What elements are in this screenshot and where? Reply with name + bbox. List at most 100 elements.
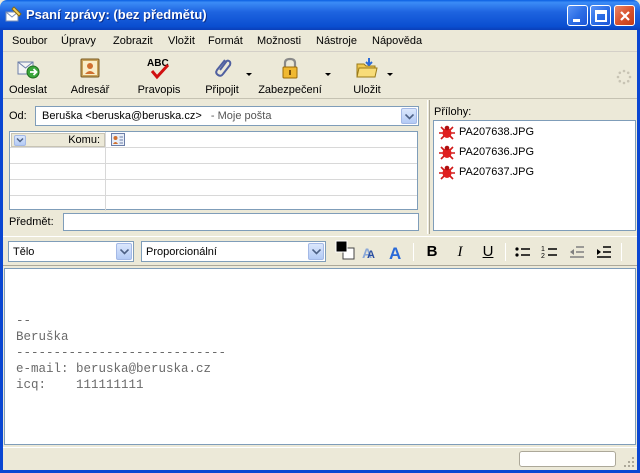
underline-button[interactable]: U — [477, 241, 499, 263]
recipient-type-select[interactable]: Komu: — [11, 133, 105, 147]
numbered-list-button[interactable]: 1 2 — [539, 241, 561, 263]
svg-text:A: A — [389, 244, 401, 263]
italic-button[interactable]: I — [449, 241, 471, 263]
attachment-item[interactable]: PA207638.JPG — [437, 123, 632, 141]
spellcheck-icon: ABC — [147, 58, 170, 80]
compose-app-icon — [5, 6, 22, 22]
maximize-button[interactable] — [590, 5, 611, 26]
recipient-type-label: Komu: — [68, 134, 100, 146]
address-book-label: Adresář — [70, 84, 110, 96]
recipient-type-cell — [10, 196, 106, 211]
image-file-icon — [439, 125, 455, 140]
attachment-item[interactable]: PA207637.JPG — [437, 163, 632, 181]
menu-moznosti[interactable]: Možnosti — [257, 35, 301, 47]
paperclip-icon — [215, 59, 232, 77]
security-dropdown-arrow[interactable] — [325, 73, 331, 76]
from-label: Od: — [9, 110, 27, 122]
close-button[interactable] — [614, 5, 635, 26]
status-progress-panel — [519, 451, 616, 467]
attach-button[interactable]: Připojit — [201, 54, 243, 98]
security-label: Zabezpečení — [258, 84, 322, 96]
text-color-picker-icon[interactable] — [335, 240, 355, 262]
send-button[interactable]: Odeslat — [5, 54, 51, 98]
format-toolbar: Tělo Proporcionální A A A B I U 1 2 — [3, 236, 637, 266]
font-larger-icon: A — [389, 244, 401, 263]
spellcheck-label: Pravopis — [137, 84, 181, 96]
window-title: Psaní zprávy: (bez předmětu) — [26, 7, 207, 22]
recipient-type-cell — [10, 180, 106, 195]
paragraph-style-dropdown[interactable] — [116, 243, 132, 260]
paragraph-style-select[interactable]: Tělo — [8, 241, 134, 262]
resize-grip-icon[interactable] — [623, 456, 635, 468]
decrease-font-button[interactable]: A A — [359, 241, 381, 263]
indent-icon — [597, 246, 611, 258]
address-card-icon[interactable] — [111, 133, 125, 146]
menu-zobrazit[interactable]: Zobrazit — [113, 35, 153, 47]
header-splitter[interactable] — [427, 100, 430, 234]
signature-email: e-mail: beruska@beruska.cz — [16, 362, 212, 376]
activity-throbber-icon — [616, 69, 632, 85]
recipient-row-empty[interactable] — [10, 180, 417, 196]
menu-napoveda[interactable]: Nápověda — [372, 35, 422, 47]
svg-text:A: A — [367, 249, 375, 261]
attach-dropdown-arrow[interactable] — [246, 73, 252, 76]
recipient-row[interactable]: Komu: — [10, 132, 417, 148]
minimize-button[interactable] — [567, 5, 588, 26]
send-label: Odeslat — [9, 84, 47, 96]
signature-rule: ---------------------------- — [16, 346, 227, 360]
close-icon — [620, 11, 630, 21]
signature-separator: -- — [16, 314, 32, 328]
attachments-list[interactable]: PA207638.JPG PA207636.JPG PA207637.JPG — [433, 120, 636, 231]
attachments-label: Přílohy: — [434, 106, 472, 118]
subject-input[interactable] — [63, 213, 419, 231]
increase-font-button[interactable]: A — [385, 241, 407, 263]
menu-vlozit[interactable]: Vložit — [168, 35, 195, 47]
padlock-icon — [282, 57, 298, 79]
font-dropdown[interactable] — [308, 243, 324, 260]
from-address: Beruška <beruska@beruska.cz> — [42, 110, 202, 122]
menu-upravy[interactable]: Úpravy — [61, 35, 96, 47]
attachment-filename: PA207637.JPG — [459, 166, 535, 178]
from-dropdown-button[interactable] — [401, 108, 417, 124]
paragraph-style-value: Tělo — [13, 246, 35, 258]
minimize-icon — [573, 19, 580, 22]
font-value: Proporcionální — [146, 246, 217, 258]
save-dropdown-arrow[interactable] — [387, 73, 393, 76]
recipient-list[interactable]: Komu: — [9, 131, 418, 212]
menu-format[interactable]: Formát — [208, 35, 243, 47]
recipient-type-cell: Komu: — [10, 132, 106, 147]
spellcheck-button[interactable]: ABC Pravopis — [133, 54, 185, 98]
menu-nastroje[interactable]: Nástroje — [316, 35, 357, 47]
bullet-list-button[interactable] — [512, 241, 534, 263]
save-button[interactable]: Uložit — [349, 54, 385, 98]
attachment-item[interactable]: PA207636.JPG — [437, 143, 632, 161]
recipient-type-cell — [10, 164, 106, 179]
security-button[interactable]: Zabezpečení — [256, 54, 324, 98]
from-account-name: - Moje pošta — [210, 110, 272, 122]
message-body-editor[interactable]: -- Beruška ---------------------------- … — [4, 268, 636, 445]
subject-label: Předmět: — [9, 216, 54, 228]
maximize-icon — [595, 10, 607, 22]
recipient-type-dropdown[interactable] — [14, 135, 26, 146]
address-book-icon — [80, 58, 100, 78]
save-label: Uložit — [353, 84, 381, 96]
save-folder-icon — [356, 58, 378, 78]
main-toolbar: Odeslat Adresář ABC Pravopis Připojit Za… — [3, 53, 637, 99]
indent-button[interactable] — [593, 241, 615, 263]
font-select[interactable]: Proporcionální — [141, 241, 326, 262]
numbered-list-icon: 1 2 — [541, 246, 557, 260]
recipient-row-empty[interactable] — [10, 148, 417, 164]
recipient-row-empty[interactable] — [10, 164, 417, 180]
svg-text:2: 2 — [541, 253, 545, 260]
menu-soubor[interactable]: Soubor — [12, 35, 47, 47]
bold-button[interactable]: B — [421, 241, 443, 263]
address-book-button[interactable]: Adresář — [65, 54, 115, 98]
attachments-pane: Přílohy: PA207638.JPG PA207636.JPG PA207… — [431, 100, 637, 234]
chevron-down-icon — [120, 249, 129, 255]
recipient-row-empty[interactable] — [10, 196, 417, 212]
outdent-button[interactable] — [566, 241, 588, 263]
font-smaller-icon: A A — [362, 245, 375, 261]
title-bar[interactable]: Psaní zprávy: (bez předmětu) — [0, 0, 640, 30]
signature-name: Beruška — [16, 330, 69, 344]
from-account-select[interactable]: Beruška <beruska@beruska.cz> - Moje pošt… — [35, 106, 419, 126]
